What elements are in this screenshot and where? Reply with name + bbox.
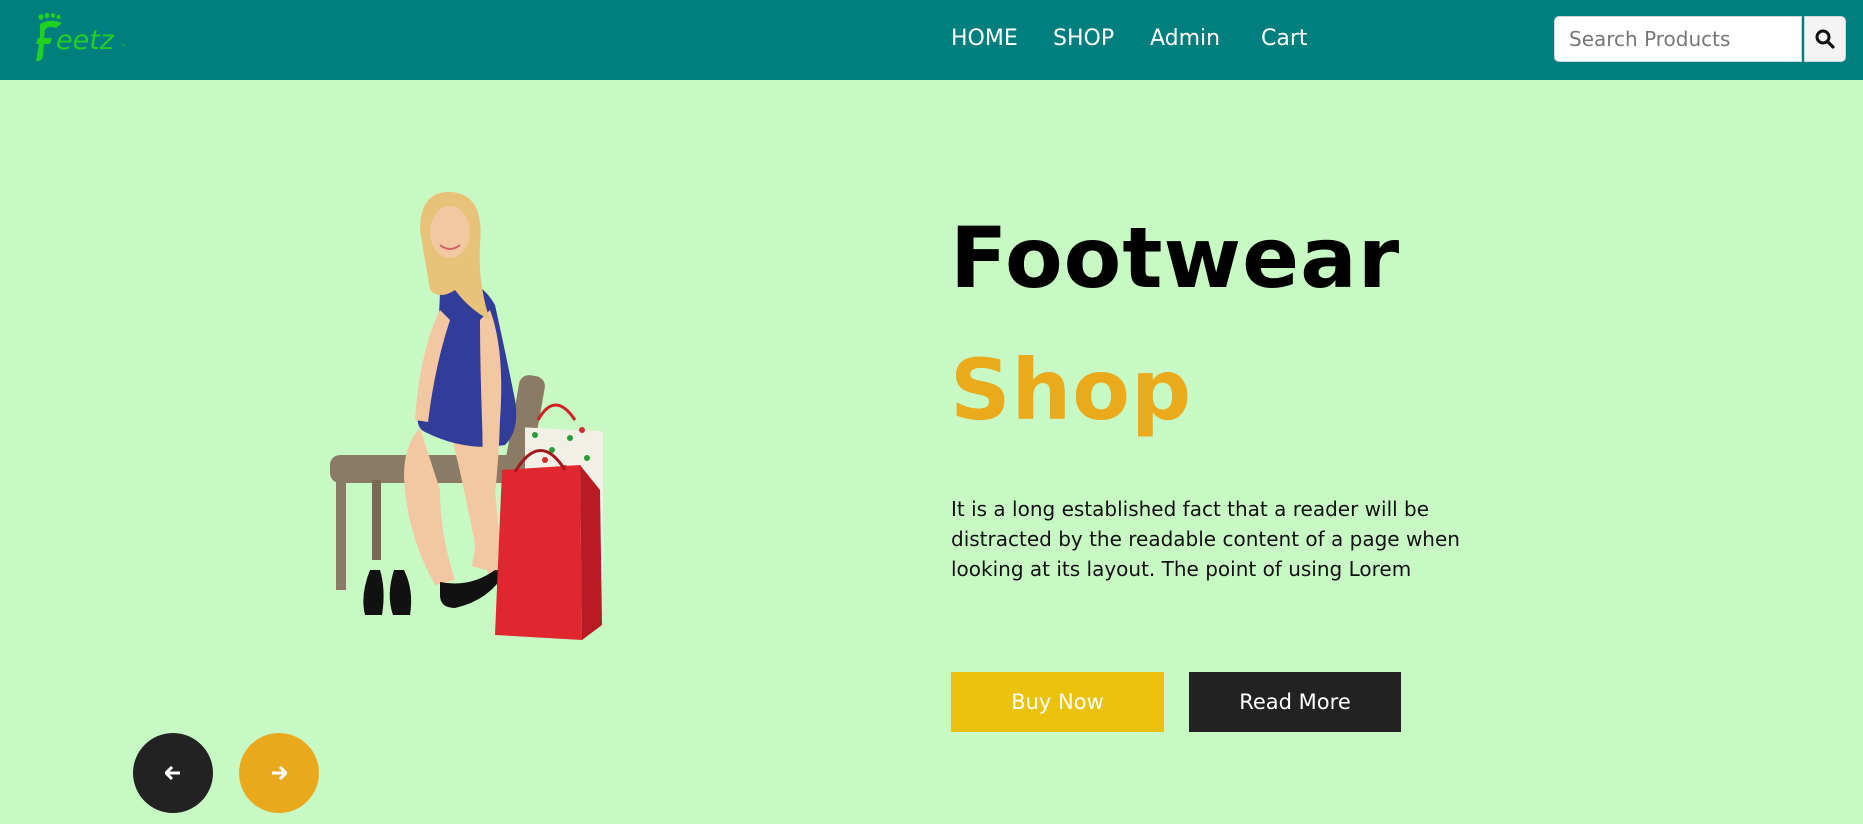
search-button[interactable] [1804,16,1846,62]
carousel-prev-button[interactable] [133,733,213,813]
hero-image [290,190,710,650]
svg-text:eetz: eetz [56,25,115,56]
navbar: eetz ™ HOME SHOP Admin Cart [0,0,1863,80]
svg-text:™: ™ [120,44,126,51]
nav-link-shop[interactable]: SHOP [1053,24,1114,54]
carousel-next-button[interactable] [239,733,319,813]
arrow-right-icon [272,766,287,780]
woman-trying-shoes-illustration [330,191,603,640]
search-icon [1815,29,1835,49]
buy-now-button[interactable]: Buy Now [951,672,1164,732]
read-more-button[interactable]: Read More [1189,672,1401,732]
hero-title-line1: Footwear [950,209,1401,307]
nav-link-admin[interactable]: Admin [1150,24,1220,54]
logo-icon: eetz ™ [36,12,126,62]
brand-logo[interactable]: eetz ™ [36,12,128,66]
nav-link-cart[interactable]: Cart [1261,24,1308,54]
search-input[interactable] [1554,16,1802,62]
nav-link-home[interactable]: HOME [951,24,1018,54]
arrow-left-icon [165,766,180,780]
hero-description: It is a long established fact that a rea… [951,497,1460,581]
hero-title-line2: Shop [950,341,1193,439]
